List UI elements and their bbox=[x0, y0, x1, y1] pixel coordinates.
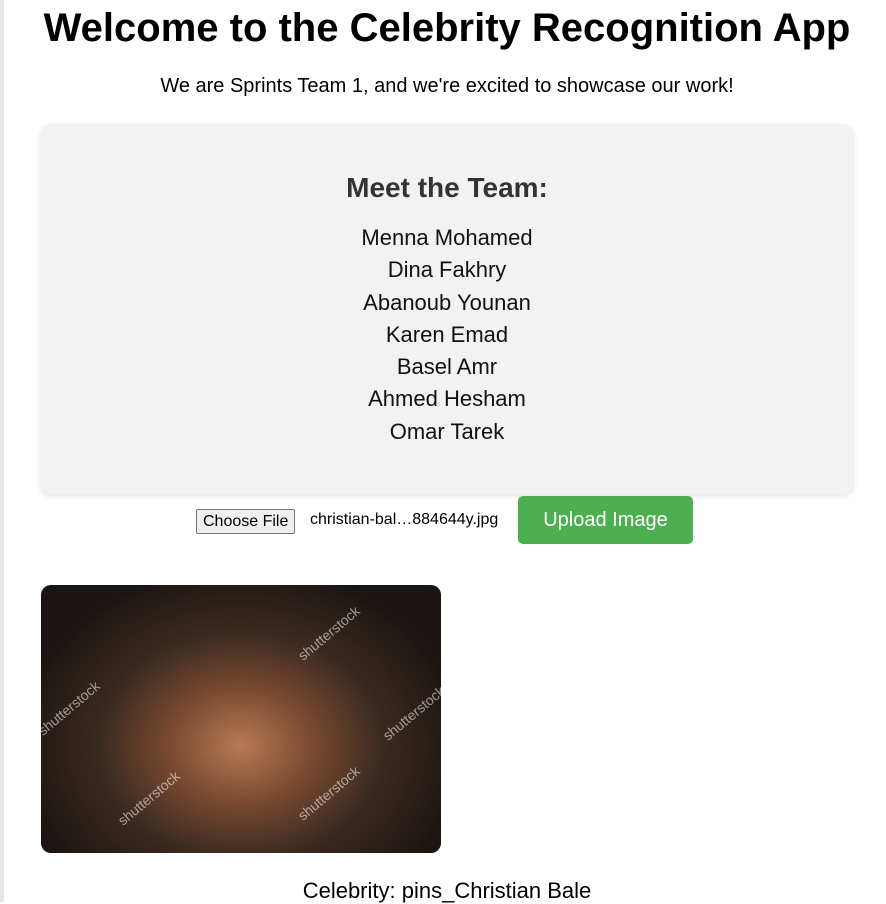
team-heading: Meet the Team: bbox=[346, 172, 548, 203]
upload-image-button[interactable]: Upload Image bbox=[518, 496, 693, 544]
watermark: shutterstock bbox=[114, 767, 183, 829]
watermark: shutterstock bbox=[294, 602, 363, 664]
team-card: Meet the Team: Menna Mohamed Dina Fakhry… bbox=[41, 124, 853, 494]
watermark: shutterstock bbox=[379, 682, 441, 744]
choose-file-button[interactable]: Choose File bbox=[196, 509, 296, 534]
recognition-result: Celebrity: pins_Christian Bale bbox=[302, 878, 592, 903]
team-member: Omar Tarek bbox=[389, 418, 505, 444]
watermark: shutterstock bbox=[41, 677, 103, 739]
watermark: shutterstock bbox=[294, 762, 363, 824]
team-member: Menna Mohamed bbox=[361, 225, 533, 250]
upload-form: Choose File christian-bal…884644y.jpg Up… bbox=[4, 496, 886, 544]
team-member: Dina Fakhry bbox=[387, 257, 507, 283]
team-member: Karen Emad bbox=[385, 321, 509, 347]
selected-file-name: christian-bal…884644y.jpg bbox=[310, 511, 499, 528]
uploaded-image: shutterstock shutterstock shutterstock s… bbox=[41, 585, 441, 853]
page-subtitle: We are Sprints Team 1, and we're excited… bbox=[160, 75, 734, 97]
team-member: Abanoub Younan bbox=[363, 289, 531, 315]
page-title: Welcome to the Celebrity Recognition App bbox=[43, 6, 851, 50]
team-member: Ahmed Hesham bbox=[368, 386, 526, 412]
team-member: Basel Amr bbox=[396, 354, 498, 380]
